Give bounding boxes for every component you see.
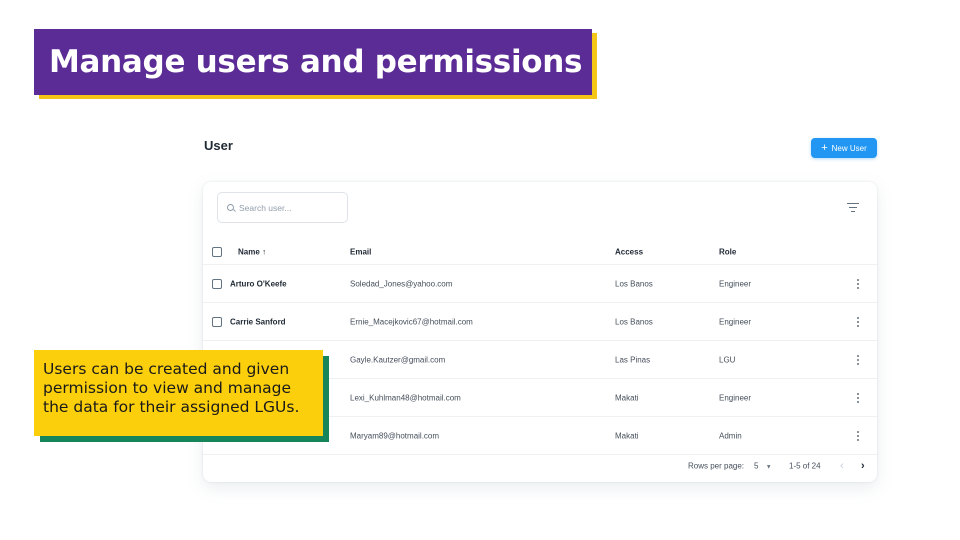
rows-per-page-value: 5 <box>754 461 759 471</box>
user-name: Arturo O'Keefe <box>230 279 287 288</box>
search-icon <box>227 204 234 211</box>
select-all-checkbox[interactable] <box>212 246 222 257</box>
column-email-header[interactable]: Email <box>350 247 371 256</box>
user-role: Admin <box>719 431 742 440</box>
more-vertical-icon[interactable] <box>856 278 859 289</box>
more-vertical-icon[interactable] <box>856 430 859 441</box>
chevron-left-icon[interactable]: ‹ <box>840 460 844 472</box>
more-vertical-icon[interactable] <box>856 316 859 327</box>
plus-icon: + <box>821 141 828 154</box>
user-email: Lexi_Kuhlman48@hotmail.com <box>350 393 461 402</box>
column-name-header[interactable]: Name ↑ <box>238 247 266 256</box>
search-input[interactable] <box>239 202 339 213</box>
table-row[interactable]: Arturo O'Keefe Soledad_Jones@yahoo.com L… <box>203 265 877 303</box>
user-access: Las Pinas <box>615 355 651 364</box>
user-email: Soledad_Jones@yahoo.com <box>350 279 453 288</box>
page-range: 1-5 of 24 <box>789 461 821 471</box>
user-access: Makati <box>615 393 639 402</box>
user-role: Engineer <box>719 393 752 402</box>
more-vertical-icon[interactable] <box>856 392 859 403</box>
user-email: Ernie_Macejkovic67@hotmail.com <box>350 317 473 326</box>
slide-title-box: Manage users and permissions <box>34 29 592 95</box>
user-name: Carrie Sanford <box>230 317 286 326</box>
user-access: Los Banos <box>615 317 653 326</box>
user-access: Los Banos <box>615 279 653 288</box>
row-checkbox[interactable] <box>212 278 222 289</box>
new-user-label: New User <box>831 143 867 153</box>
caret-down-icon: ▼ <box>765 464 772 471</box>
page-title: User <box>204 138 233 153</box>
callout-box: Users can be created and given permissio… <box>34 350 323 436</box>
user-role: Engineer <box>719 317 752 326</box>
filter-icon[interactable] <box>847 203 859 213</box>
slide-title: Manage users and permissions <box>49 44 583 80</box>
user-email: Maryam89@hotmail.com <box>350 431 440 440</box>
user-email: Gayle.Kautzer@gmail.com <box>350 355 446 364</box>
callout-text: Users can be created and given permissio… <box>43 360 300 416</box>
column-access-header[interactable]: Access <box>615 247 643 256</box>
rows-per-page-label: Rows per page: <box>688 461 745 471</box>
new-user-button[interactable]: + New User <box>811 138 877 158</box>
search-box[interactable] <box>217 192 348 223</box>
user-role: Engineer <box>719 279 752 288</box>
table-pagination: Rows per page: 5 ▼ 1-5 of 24 ‹ › <box>203 454 877 478</box>
column-role-header[interactable]: Role <box>719 247 736 256</box>
user-role: LGU <box>719 355 736 364</box>
more-vertical-icon[interactable] <box>856 354 859 365</box>
row-checkbox[interactable] <box>212 316 222 327</box>
table-row[interactable]: Carrie Sanford Ernie_Macejkovic67@hotmai… <box>203 303 877 341</box>
rows-per-page-select[interactable]: 5 ▼ <box>754 462 772 471</box>
user-access: Makati <box>615 431 639 440</box>
chevron-right-icon[interactable]: › <box>861 460 865 472</box>
table-header: Name ↑ Email Access Role <box>203 239 877 265</box>
